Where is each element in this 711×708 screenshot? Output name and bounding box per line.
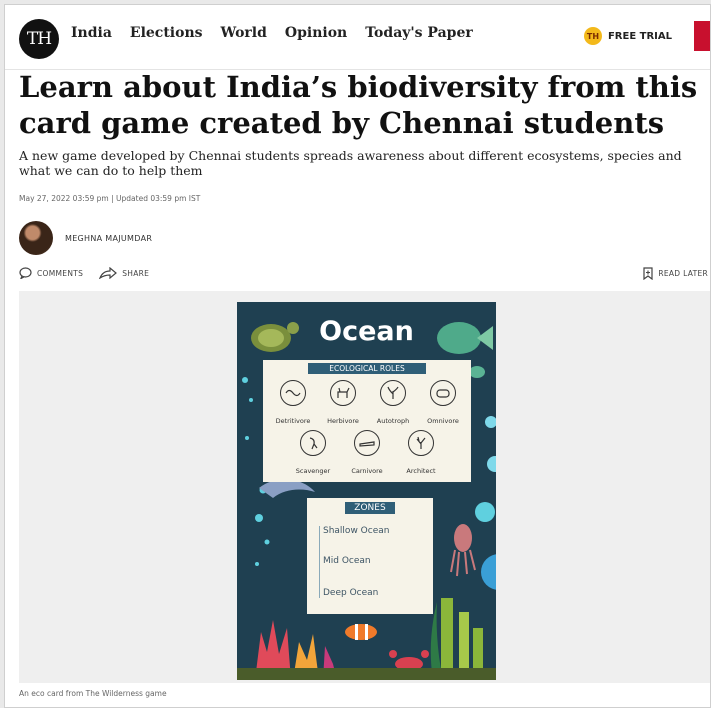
role-label: Omnivore xyxy=(427,417,459,425)
role-omnivore: Omnivore xyxy=(415,380,471,427)
role-label: Scavenger xyxy=(295,467,331,475)
comments-button[interactable]: COMMENTS xyxy=(19,267,83,279)
zones-divider xyxy=(319,526,320,598)
free-trial-button[interactable]: TH FREE TRIAL xyxy=(583,27,672,45)
author-byline: MEGHNA MAJUMDAR xyxy=(19,221,152,255)
role-architect: Architect xyxy=(393,430,449,477)
article-page: TH India Elections World Opinion Today's… xyxy=(4,4,711,708)
zone-deep-ocean: Deep Ocean xyxy=(323,588,379,598)
share-icon xyxy=(99,267,118,279)
site-logo[interactable]: TH xyxy=(19,19,59,59)
article-subhead: A new game developed by Chennai students… xyxy=(19,148,682,178)
top-nav: TH India Elections World Opinion Today's… xyxy=(5,5,710,70)
worm-icon xyxy=(280,380,306,406)
role-scavenger: Scavenger xyxy=(285,430,341,477)
nav-link-world[interactable]: World xyxy=(221,25,267,41)
card-title: Ocean xyxy=(319,316,414,347)
role-label: Autotroph xyxy=(376,417,410,425)
article-headline: Learn about India’s biodiversity from th… xyxy=(19,70,698,140)
nav-link-opinion[interactable]: Opinion xyxy=(285,25,347,41)
share-label: SHARE xyxy=(122,268,150,278)
role-label: Detritivore xyxy=(275,417,311,425)
bear-icon xyxy=(430,380,456,406)
nav-link-todays-paper[interactable]: Today's Paper xyxy=(365,25,472,41)
vulture-icon xyxy=(300,430,326,456)
plant-icon xyxy=(380,380,406,406)
zones-panel: ZONES Shallow Ocean Mid Ocean Deep Ocean xyxy=(307,498,433,614)
ecological-roles-panel: ECOLOGICAL ROLES Detritivore Herbivore A… xyxy=(263,360,471,482)
role-label: Architect xyxy=(406,467,436,475)
nav-link-elections[interactable]: Elections xyxy=(130,25,203,41)
read-later-label: READ LATER xyxy=(658,269,708,278)
role-detritivore: Detritivore xyxy=(265,380,321,427)
trial-badge-icon: TH xyxy=(583,27,602,45)
author-name[interactable]: MEGHNA MAJUMDAR xyxy=(65,234,152,243)
image-caption: An eco card from The Wilderness game xyxy=(19,689,167,698)
coral-icon xyxy=(408,430,434,456)
deer-icon xyxy=(330,380,356,406)
avatar[interactable] xyxy=(19,221,53,255)
nav-links: India Elections World Opinion Today's Pa… xyxy=(71,25,473,41)
subscribe-tab[interactable] xyxy=(694,21,710,51)
article-actions: COMMENTS SHARE xyxy=(19,267,149,279)
comments-label: COMMENTS xyxy=(37,268,84,278)
role-label: Carnivore xyxy=(351,467,383,475)
share-button[interactable]: SHARE xyxy=(99,267,149,279)
comment-icon xyxy=(19,267,32,279)
read-later-button[interactable]: READ LATER xyxy=(642,267,708,280)
zones-heading: ZONES xyxy=(345,502,395,514)
role-carnivore: Carnivore xyxy=(339,430,395,477)
role-herbivore: Herbivore xyxy=(315,380,371,427)
ocean-eco-card-image: Ocean ECOLOGICAL ROLES Detritivore Herbi… xyxy=(237,302,496,680)
zone-shallow-ocean: Shallow Ocean xyxy=(323,526,390,536)
crocodile-icon xyxy=(354,430,380,456)
role-label: Herbivore xyxy=(327,417,359,425)
bookmark-icon xyxy=(643,267,653,280)
roles-heading: ECOLOGICAL ROLES xyxy=(308,363,426,374)
free-trial-label: FREE TRIAL xyxy=(607,30,672,42)
nav-link-india[interactable]: India xyxy=(71,25,112,41)
ocean-card-illustration xyxy=(237,322,496,680)
role-autotroph: Autotroph xyxy=(365,380,421,427)
publish-date: May 27, 2022 03:59 pm | Updated 03:59 pm… xyxy=(19,194,201,203)
zone-mid-ocean: Mid Ocean xyxy=(323,556,371,566)
